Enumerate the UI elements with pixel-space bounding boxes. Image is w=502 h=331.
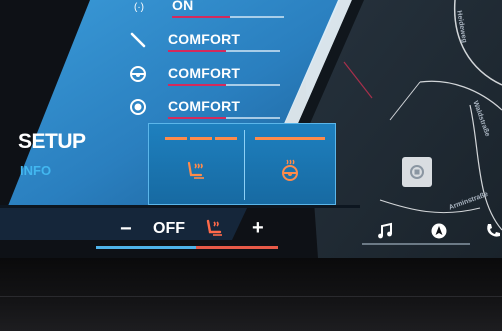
steering-wheel-heat-icon[interactable] — [277, 158, 303, 184]
bezel-trim-line — [0, 296, 502, 297]
seat-row-label: COMFORT — [168, 98, 241, 114]
recenter-icon — [410, 165, 424, 179]
popup-divider — [244, 130, 245, 200]
seat-row-label: COMFORT — [168, 31, 241, 47]
seat-row-slider[interactable] — [168, 117, 280, 119]
climate-plus-button[interactable]: + — [252, 217, 264, 240]
seat-heat-level-indicator — [165, 137, 237, 140]
seat-row-slider[interactable] — [172, 16, 284, 18]
idrive-display: (·) ON COMFORT COMFORT COMFORT SETUP INF… — [0, 0, 502, 331]
wheel-heat-level-indicator — [255, 137, 325, 140]
phone-icon[interactable] — [482, 220, 502, 242]
seat-row-slider[interactable] — [168, 50, 280, 52]
heat-popup — [148, 123, 336, 205]
backrest-icon — [128, 30, 148, 50]
svg-text:(·): (·) — [134, 2, 144, 13]
navigation-icon[interactable] — [428, 220, 450, 242]
massage-icon: (·) — [132, 0, 152, 16]
info-menu-item[interactable]: INFO — [20, 163, 51, 178]
climate-status: OFF — [153, 220, 185, 237]
seat-row-slider[interactable] — [168, 84, 280, 86]
seat-ventilation-icon — [128, 97, 148, 117]
map-recenter-button[interactable] — [402, 157, 432, 187]
steering-wheel-icon — [128, 64, 148, 84]
music-note-icon[interactable] — [374, 220, 396, 242]
climate-minus-button[interactable]: − — [120, 218, 132, 241]
climate-indicator-line — [96, 246, 278, 249]
seat-row-label: ON — [172, 0, 194, 13]
seat-row-label: COMFORT — [168, 65, 241, 81]
seat-heat-icon[interactable] — [204, 218, 226, 240]
seat-heat-icon[interactable] — [183, 158, 209, 184]
setup-menu-title[interactable]: SETUP — [18, 130, 86, 154]
display-bezel — [0, 258, 502, 331]
